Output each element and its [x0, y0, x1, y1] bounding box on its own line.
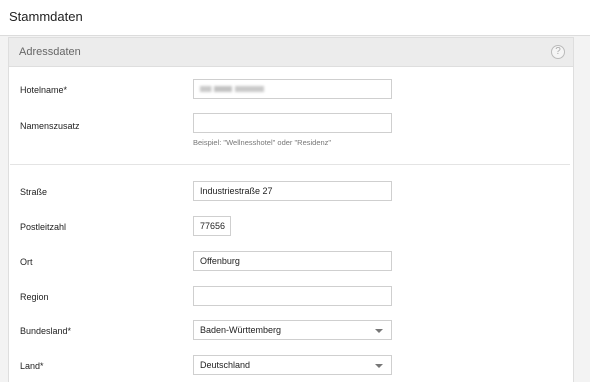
ort-label: Ort [20, 257, 33, 267]
panel-header: Adressdaten ? [9, 38, 573, 67]
namenszusatz-label: Namenszusatz [20, 121, 80, 131]
bundesland-select[interactable]: Baden-Württemberg [193, 320, 392, 340]
top-bar: Stammdaten [0, 0, 590, 36]
section-divider [10, 164, 570, 165]
hotelname-input[interactable] [193, 79, 392, 99]
strasse-label: Straße [20, 187, 48, 197]
land-label: Land* [20, 361, 44, 371]
region-label: Region [20, 292, 49, 302]
chevron-down-icon [375, 329, 383, 333]
namenszusatz-input[interactable] [193, 113, 392, 133]
question-circle-icon[interactable]: ? [551, 45, 565, 59]
bundesland-label: Bundesland* [20, 326, 72, 336]
page-title: Stammdaten [9, 9, 83, 24]
strasse-input[interactable]: Industriestraße 27 [193, 181, 392, 201]
region-input[interactable] [193, 286, 392, 306]
panel-title: Adressdaten [19, 46, 81, 58]
land-select[interactable]: Deutschland [193, 355, 392, 375]
hotelname-label: Hotelname* [20, 85, 68, 95]
land-value: Deutschland [200, 360, 251, 370]
ort-input[interactable]: Offenburg [193, 251, 392, 271]
redacted-hotelname [200, 86, 264, 92]
bundesland-value: Baden-Württemberg [200, 325, 282, 335]
postleitzahl-input[interactable]: 77656 [193, 216, 231, 236]
postleitzahl-label: Postleitzahl [20, 222, 67, 232]
namenszusatz-hint: Beispiel: "Wellnesshotel" oder "Residenz… [193, 138, 332, 147]
chevron-down-icon [375, 364, 383, 368]
address-panel: Adressdaten ? Hotelname* Namenszusatz Be… [8, 37, 574, 382]
